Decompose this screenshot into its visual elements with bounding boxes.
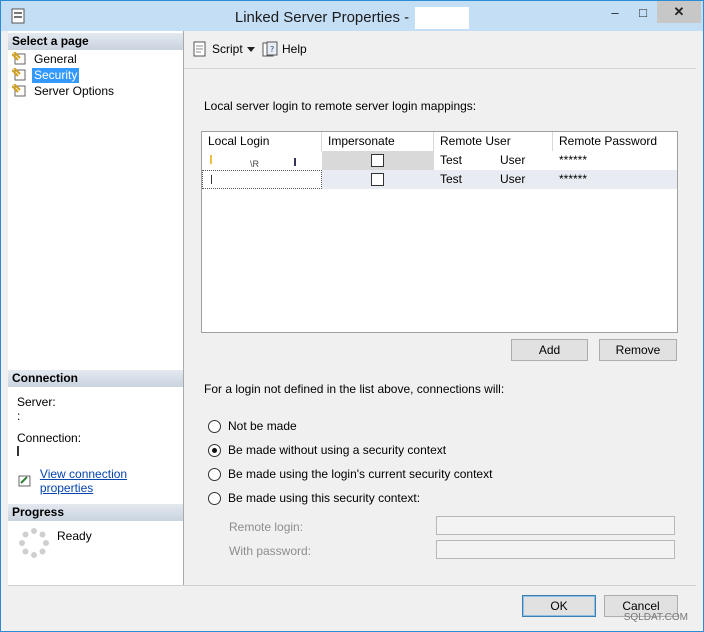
table-row[interactable]: \R Test User ****** [202, 151, 677, 170]
maximize-icon: □ [639, 4, 647, 20]
script-icon [193, 41, 206, 57]
option-without-security-context[interactable]: Be made without using a security context [208, 443, 446, 457]
server-label: Server: [17, 395, 56, 409]
with-password-label: With password: [229, 544, 312, 558]
remote-password-cell[interactable]: ****** [553, 170, 677, 189]
maximize-button[interactable]: □ [629, 1, 657, 23]
redacted-server-name [415, 7, 470, 29]
page-icon [12, 84, 26, 97]
impersonate-cell[interactable] [322, 151, 434, 170]
add-button[interactable]: Add [511, 339, 588, 361]
impersonate-checkbox[interactable] [371, 173, 384, 186]
select-page-header: Select a page [8, 33, 183, 50]
help-icon: ? [262, 41, 278, 57]
remote-user-prefix: Test [440, 172, 463, 186]
close-icon: ✕ [673, 4, 685, 19]
impersonate-cell[interactable] [322, 170, 434, 189]
table-row[interactable]: Test User ****** [202, 170, 677, 189]
chevron-down-icon [247, 47, 255, 52]
option-label-without-security-context: Be made without using a security context [228, 443, 447, 457]
window-title: Linked Server Properties - [1, 7, 703, 29]
page-label-general: General [34, 51, 77, 66]
local-login-cell[interactable]: \R [202, 151, 322, 170]
login-mappings-grid[interactable]: Local Login Impersonate Remote User Remo… [201, 131, 678, 333]
remove-button-label: Remove [615, 343, 661, 357]
remote-login-input[interactable] [436, 516, 675, 535]
watermark: SQLDAT.COM [623, 612, 688, 623]
page-label-server-options: Server Options [34, 83, 115, 98]
ok-button-label: OK [550, 599, 568, 613]
remote-user-cell[interactable]: Test User [434, 170, 553, 189]
grid-header: Local Login Impersonate Remote User Remo… [202, 132, 677, 151]
option-this-security-context[interactable]: Be made using this security context: [208, 491, 420, 505]
properties-icon [18, 475, 31, 487]
column-header-remote-user[interactable]: Remote User [434, 132, 553, 151]
option-label-current-security-context: Be made using the login's current securi… [228, 467, 493, 481]
column-header-local-login[interactable]: Local Login [202, 132, 322, 151]
left-panel: Select a page General Security Server Op… [8, 31, 184, 585]
close-button[interactable]: ✕ [657, 1, 701, 23]
toolbar: Script ? Help [184, 31, 696, 69]
svg-text:?: ? [270, 45, 274, 54]
dialog-footer: OK Cancel SQLDAT.COM [8, 585, 696, 625]
connection-label: Connection: [17, 431, 82, 445]
with-password-input[interactable] [436, 540, 675, 559]
column-header-remote-password[interactable]: Remote Password [553, 132, 677, 151]
page-icon [12, 52, 26, 65]
page-item-general[interactable]: General [12, 51, 79, 67]
window-title-text: Linked Server Properties - [234, 8, 410, 26]
title-bar[interactable]: Linked Server Properties - ‒ □ ✕ [1, 1, 703, 31]
radio-this-security-context[interactable] [208, 491, 221, 505]
cancel-button-label: Cancel [622, 599, 660, 613]
redacted-login-mark [210, 155, 212, 164]
progress-status: Ready [57, 529, 92, 543]
redacted-login-mark [294, 158, 296, 166]
linked-server-properties-window: Linked Server Properties - ‒ □ ✕ Select … [0, 0, 704, 632]
impersonate-checkbox[interactable] [371, 154, 384, 167]
option-label-not-be-made: Not be made [228, 419, 297, 433]
page-item-security[interactable]: Security [12, 67, 80, 83]
minimize-icon: ‒ [611, 4, 619, 20]
remote-user-suffix: User [500, 172, 526, 186]
remote-user-cell[interactable]: Test User [434, 151, 553, 170]
page-label-security: Security [32, 67, 80, 83]
minimize-button[interactable]: ‒ [601, 1, 629, 23]
remote-login-label: Remote login: [229, 520, 304, 534]
radio-not-be-made[interactable] [208, 419, 221, 433]
connection-value-redacted [17, 445, 57, 457]
remote-password-value: ****** [559, 153, 588, 167]
server-value: : [17, 409, 21, 423]
progress-header: Progress [8, 504, 183, 521]
radio-current-security-context[interactable] [208, 467, 221, 481]
undefined-login-caption: For a login not defined in the list abov… [204, 382, 505, 396]
caption-buttons: ‒ □ ✕ [601, 1, 701, 23]
option-label-this-security-context: Be made using this security context: [228, 491, 421, 505]
view-connection-properties-label: View connection properties [39, 467, 128, 495]
add-button-label: Add [538, 343, 561, 357]
connection-header: Connection [8, 370, 183, 387]
radio-without-security-context[interactable] [208, 443, 221, 457]
remote-password-cell[interactable]: ****** [553, 151, 677, 170]
security-page: Local server login to remote server logi… [184, 69, 696, 585]
page-item-server-options[interactable]: Server Options [12, 83, 116, 99]
mapping-caption: Local server login to remote server logi… [204, 99, 477, 113]
script-label: Script [212, 42, 243, 56]
progress-spinner-icon [19, 528, 49, 558]
remote-password-value: ****** [559, 172, 588, 186]
view-connection-properties-link[interactable]: View connection properties [18, 467, 183, 495]
remote-user-prefix: Test [440, 153, 463, 167]
page-icon [12, 68, 26, 81]
column-header-impersonate[interactable]: Impersonate [322, 132, 434, 151]
text-cursor [211, 175, 212, 184]
local-login-cell[interactable] [202, 170, 322, 189]
option-not-be-made[interactable]: Not be made [208, 419, 297, 433]
ok-button[interactable]: OK [522, 595, 596, 617]
option-current-security-context[interactable]: Be made using the login's current securi… [208, 467, 492, 481]
help-button[interactable]: ? Help [262, 41, 307, 57]
script-dropdown-arrow[interactable] [247, 47, 255, 52]
remote-user-suffix: User [500, 153, 526, 167]
script-button[interactable]: Script [192, 41, 243, 57]
help-label: Help [282, 42, 307, 56]
remove-button[interactable]: Remove [599, 339, 677, 361]
